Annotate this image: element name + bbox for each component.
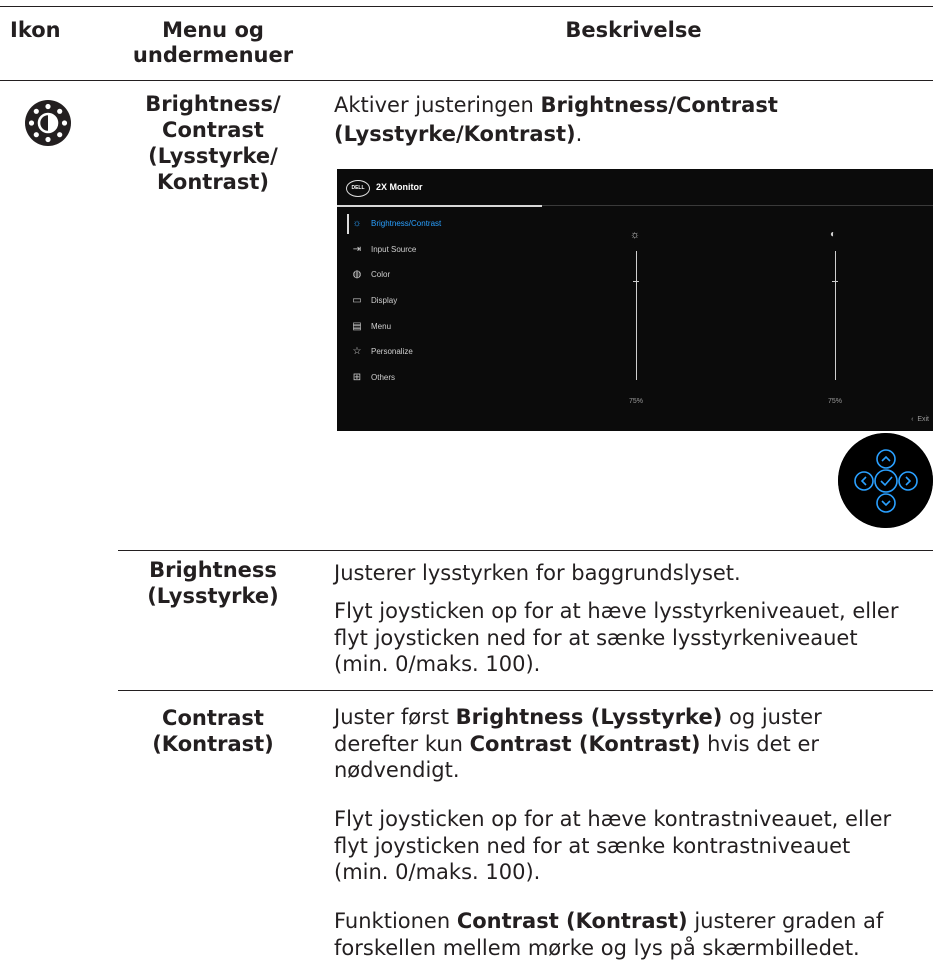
input-source-icon: ⇥ — [352, 244, 362, 255]
osd-item-label: Others — [371, 373, 396, 382]
osd-item-brightness-contrast[interactable]: ☼ Brightness/Contrast — [349, 218, 529, 232]
desc-line: (min. 0/maks. 100). — [334, 860, 541, 884]
table-top-rule — [0, 6, 933, 7]
text-run: Juster først — [334, 705, 456, 729]
brightness-description-1: Justerer lysstyrken for baggrundslyset. — [334, 561, 741, 585]
text-run: justerer graden af — [687, 909, 884, 933]
osd-item-label: Input Source — [371, 245, 417, 254]
osd-item-label: Brightness/Contrast — [371, 219, 442, 228]
desc-line: derefter kun Contrast (Kontrast) hvis de… — [334, 731, 933, 758]
brightness-slider-track[interactable] — [636, 251, 637, 380]
brightness-description-2: Flyt joysticken op for at hæve lysstyrke… — [334, 598, 933, 678]
desc-suffix: . — [575, 122, 583, 146]
header-bottom-rule — [0, 80, 933, 81]
joystick-graphic — [838, 433, 933, 528]
contrast-description-2: Flyt joysticken op for at hæve kontrastn… — [334, 806, 933, 886]
bold-run: Contrast (Kontrast) — [469, 731, 701, 756]
header-icon-column: Ikon — [10, 18, 61, 42]
header-description-column: Beskrivelse — [565, 18, 702, 42]
desc-line: Flyt joysticken op for at hæve kontrastn… — [334, 807, 892, 831]
menu-line: Kontrast) — [157, 170, 269, 194]
contrast-slider-track[interactable] — [835, 251, 836, 380]
desc-line: forskellen mellem mørke og lys på skærmb… — [334, 935, 860, 960]
menu-line: (Kontrast) — [152, 732, 274, 756]
text-run: Funktionen — [334, 909, 457, 933]
osd-item-label: Personalize — [371, 347, 413, 356]
osd-item-personalize[interactable]: ☆ Personalize — [349, 346, 529, 360]
sun-icon: ☼ — [352, 218, 362, 229]
osd-item-label: Menu — [371, 322, 392, 331]
brightness-slider-icon: ☼ — [630, 229, 641, 241]
chevron-left-icon: ‹ — [911, 416, 914, 423]
dell-logo: DELL — [346, 180, 370, 197]
osd-item-label: Display — [371, 296, 398, 305]
palette-icon: ◍ — [352, 269, 362, 280]
osd-item-color[interactable]: ◍ Color — [349, 269, 529, 283]
menu-contrast: Contrast (Kontrast) — [118, 705, 308, 757]
menu-icon: ▤ — [352, 321, 362, 332]
menu-brightness-contrast: Brightness/ Contrast (Lysstyrke/ Kontras… — [118, 91, 308, 195]
menu-line: Contrast — [162, 118, 264, 142]
display-icon: ▭ — [352, 295, 362, 306]
star-icon: ☆ — [352, 346, 362, 357]
header-menu-column: Menu og undermenuer — [118, 18, 308, 68]
brightness-contrast-icon — [25, 100, 71, 146]
osd-title: 2X Monitor — [376, 182, 423, 192]
osd-item-others[interactable]: ⊞ Others — [349, 372, 529, 386]
brightness-slider-handle[interactable] — [633, 281, 639, 282]
menu-brightness: Brightness (Lysstyrke) — [118, 557, 308, 609]
contrast-slider-icon: ◐ — [830, 229, 837, 240]
osd-exit[interactable]: ‹ Exit — [911, 416, 929, 423]
desc-line: nødvendigt. — [334, 758, 460, 782]
desc-line: Juster først Brightness (Lysstyrke) og j… — [334, 704, 933, 731]
contrast-description-1: Juster først Brightness (Lysstyrke) og j… — [334, 704, 933, 784]
desc-line: Funktionen Contrast (Kontrast) justerer … — [334, 908, 933, 935]
row-rule-contrast — [118, 690, 933, 691]
osd-progress-bar — [337, 205, 542, 207]
text-run: hvis det er — [700, 731, 820, 756]
osd-item-menu[interactable]: ▤ Menu — [349, 321, 529, 335]
desc-line: flyt joysticken ned for at sænke kontras… — [334, 833, 851, 858]
others-icon: ⊞ — [352, 372, 362, 383]
main-description: Aktiver justeringen Brightness/Contrast … — [334, 91, 854, 149]
menu-line: Brightness/ — [145, 92, 281, 116]
contrast-description-3: Funktionen Contrast (Kontrast) justerer … — [334, 908, 933, 961]
menu-line: (Lysstyrke/ — [148, 144, 278, 168]
row-rule-brightness — [118, 550, 933, 551]
desc-line: (min. 0/maks. 100). — [334, 652, 541, 676]
contrast-slider-handle[interactable] — [832, 281, 838, 282]
menu-line: Contrast — [162, 706, 264, 730]
text-run: derefter kun — [334, 731, 470, 756]
osd-item-label: Color — [371, 270, 391, 279]
desc-line: flyt joysticken ned for at sænke lysstyr… — [334, 625, 858, 650]
contrast-value: 75% — [828, 398, 843, 405]
osd-exit-label: Exit — [917, 416, 929, 423]
menu-line: (Lysstyrke) — [147, 584, 279, 608]
menu-line: Brightness — [149, 558, 277, 582]
desc-prefix: Aktiver justeringen — [334, 93, 541, 117]
header-menu-line2: undermenuer — [132, 43, 294, 67]
osd-item-input-source[interactable]: ⇥ Input Source — [349, 244, 529, 258]
desc-line: Flyt joysticken op for at hæve lysstyrke… — [334, 599, 899, 623]
osd-divider — [542, 205, 933, 206]
osd-screenshot: DELL 2X Monitor ☼ Brightness/Contrast ⇥ … — [337, 169, 933, 431]
bold-run: Contrast (Kontrast) — [456, 909, 688, 933]
header-menu-line1: Menu og — [162, 18, 264, 42]
brightness-value: 75% — [629, 398, 644, 405]
bold-run: Brightness (Lysstyrke) — [455, 705, 723, 729]
text-run: og juster — [722, 705, 822, 729]
osd-item-display[interactable]: ▭ Display — [349, 295, 529, 309]
